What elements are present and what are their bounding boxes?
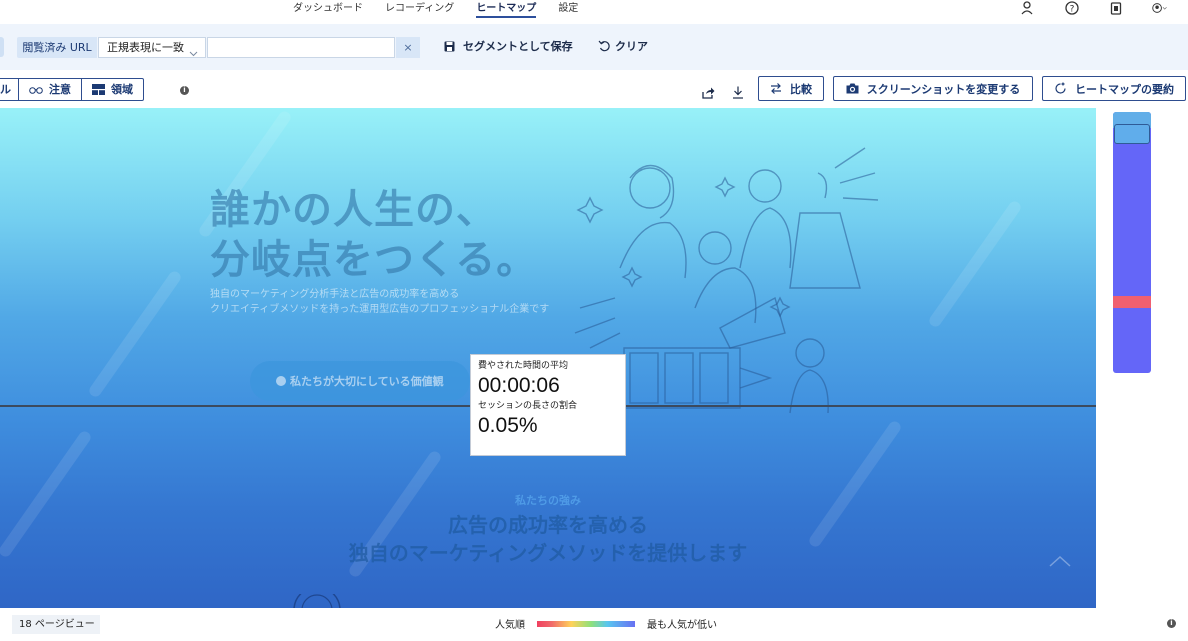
- heat-legend: 人気順 最も人気が低い: [495, 616, 717, 631]
- visited-url-label: 閲覧済み URL: [17, 37, 97, 58]
- match-type-select[interactable]: 正規表現に一致: [98, 37, 206, 58]
- nav-links: ダッシュボード レコーディング ヒートマップ 設定: [293, 2, 600, 18]
- strength-heading-line2: 独自のマーケティングメソッドを提供します: [348, 541, 748, 565]
- hero-headline-line1: 誰かの人生の、: [210, 187, 497, 233]
- nav-recordings[interactable]: レコーディング: [385, 2, 454, 18]
- chevron-up-icon[interactable]: [1048, 554, 1072, 568]
- minimap-hot-band: [1113, 296, 1151, 308]
- heatmap-summary-label: ヒートマップの要約: [1075, 82, 1174, 96]
- legend-high-label: 人気順: [495, 620, 525, 631]
- avg-time-value: 00:00:06: [478, 374, 560, 397]
- chevron-down-icon: [189, 44, 198, 63]
- footer-info-icon[interactable]: i: [1167, 619, 1176, 628]
- account-menu-icon[interactable]: [1152, 0, 1168, 16]
- change-screenshot-button[interactable]: スクリーンショットを変更する: [833, 76, 1033, 101]
- swap-icon: [771, 83, 781, 94]
- save-segment-label: セグメントとして保存: [463, 40, 573, 53]
- scroll-stats-tooltip: 費やされた時間の平均 00:00:06 セッションの長さの割合 0.05%: [470, 354, 626, 456]
- values-cta-label: 私たちが大切にしている価値観: [290, 375, 444, 388]
- help-icon[interactable]: ?: [1064, 0, 1080, 16]
- values-cta-button[interactable]: 私たちが大切にしている価値観: [250, 361, 470, 401]
- emblem-icon: [293, 594, 341, 608]
- hero-subtext-line1: 独自のマーケティング分析手法と広告の成功率を高める: [210, 289, 460, 300]
- info-icon[interactable]: i: [180, 86, 189, 95]
- match-type-value: 正規表現に一致: [107, 41, 184, 54]
- download-icon[interactable]: [732, 84, 746, 99]
- session-share-label: セッションの長さの割合: [478, 401, 578, 411]
- heatmap-summary-button[interactable]: ヒートマップの要約: [1042, 76, 1186, 101]
- nav-icons: ?: [992, 0, 1168, 16]
- compare-label: 比較: [790, 82, 812, 96]
- compare-button[interactable]: 比較: [758, 76, 824, 101]
- segment-bar-edge: [0, 37, 4, 57]
- hero-subtext-line2: クリエイティブメソッドを持った運用型広告のプロフェッショナル企業です: [210, 304, 550, 315]
- change-screenshot-label: スクリーンショットを変更する: [866, 82, 1021, 96]
- strength-heading-line1: 広告の成功率を高める: [448, 513, 648, 537]
- segment-filter-bar: 閲覧済み URL 正規表現に一致 × セグメントとして保存 クリア: [0, 24, 1188, 70]
- mode-area-label: 領域: [111, 83, 133, 96]
- legend-low-label: 最も人気が低い: [647, 620, 717, 631]
- bg-stripe: [87, 269, 183, 399]
- mode-attention-label: 注意: [49, 83, 71, 96]
- heatmap-mode-group: ル 注意 領域: [0, 78, 144, 101]
- bg-stripe: [927, 199, 1023, 329]
- camera-icon: [846, 83, 859, 94]
- legend-gradient-bar: [537, 620, 635, 627]
- arrow-circle-icon: [276, 376, 286, 386]
- area-grid-icon: [92, 84, 105, 95]
- clipboard-icon[interactable]: [1108, 0, 1124, 16]
- minimap-viewport-handle[interactable]: [1114, 124, 1150, 144]
- share-icon[interactable]: [702, 84, 716, 99]
- nav-settings[interactable]: 設定: [558, 2, 578, 18]
- heatmap-toolbar: ル 注意 領域 i 比較 スクリーンショットを変更する ヒートマップの要約: [0, 70, 1188, 108]
- heatmap-footer: 18 ページビュー 人気順 最も人気が低い i: [0, 608, 1188, 641]
- mode-scroll-tab[interactable]: ル: [0, 79, 18, 100]
- undo-icon: [598, 40, 610, 52]
- clear-url-button[interactable]: ×: [396, 37, 420, 58]
- user-add-icon[interactable]: [1020, 0, 1036, 16]
- svg-text:?: ?: [1070, 5, 1075, 15]
- top-nav: ダッシュボード レコーディング ヒートマップ 設定 ?: [0, 0, 1188, 24]
- mode-area-tab[interactable]: 領域: [81, 79, 143, 100]
- save-icon: [444, 41, 455, 51]
- clear-button[interactable]: クリア: [598, 38, 648, 54]
- nav-dashboard[interactable]: ダッシュボード: [293, 2, 363, 18]
- summary-refresh-icon: [1055, 82, 1066, 94]
- glasses-icon: [29, 86, 43, 94]
- mode-scroll-label: ル: [0, 83, 11, 96]
- avg-time-label: 費やされた時間の平均: [478, 361, 569, 371]
- save-segment-button[interactable]: セグメントとして保存: [444, 38, 573, 54]
- url-input[interactable]: [207, 37, 395, 58]
- pageview-count: 18 ページビュー: [12, 615, 100, 634]
- strength-kicker: 私たちの強み: [515, 494, 581, 507]
- nav-heatmaps[interactable]: ヒートマップ: [476, 2, 537, 18]
- mode-attention-tab[interactable]: 注意: [18, 79, 81, 100]
- scroll-minimap[interactable]: [1113, 112, 1151, 373]
- hero-headline-line2: 分岐点をつくる。: [210, 237, 538, 283]
- session-share-value: 0.05%: [478, 414, 538, 437]
- clear-label: クリア: [615, 40, 648, 53]
